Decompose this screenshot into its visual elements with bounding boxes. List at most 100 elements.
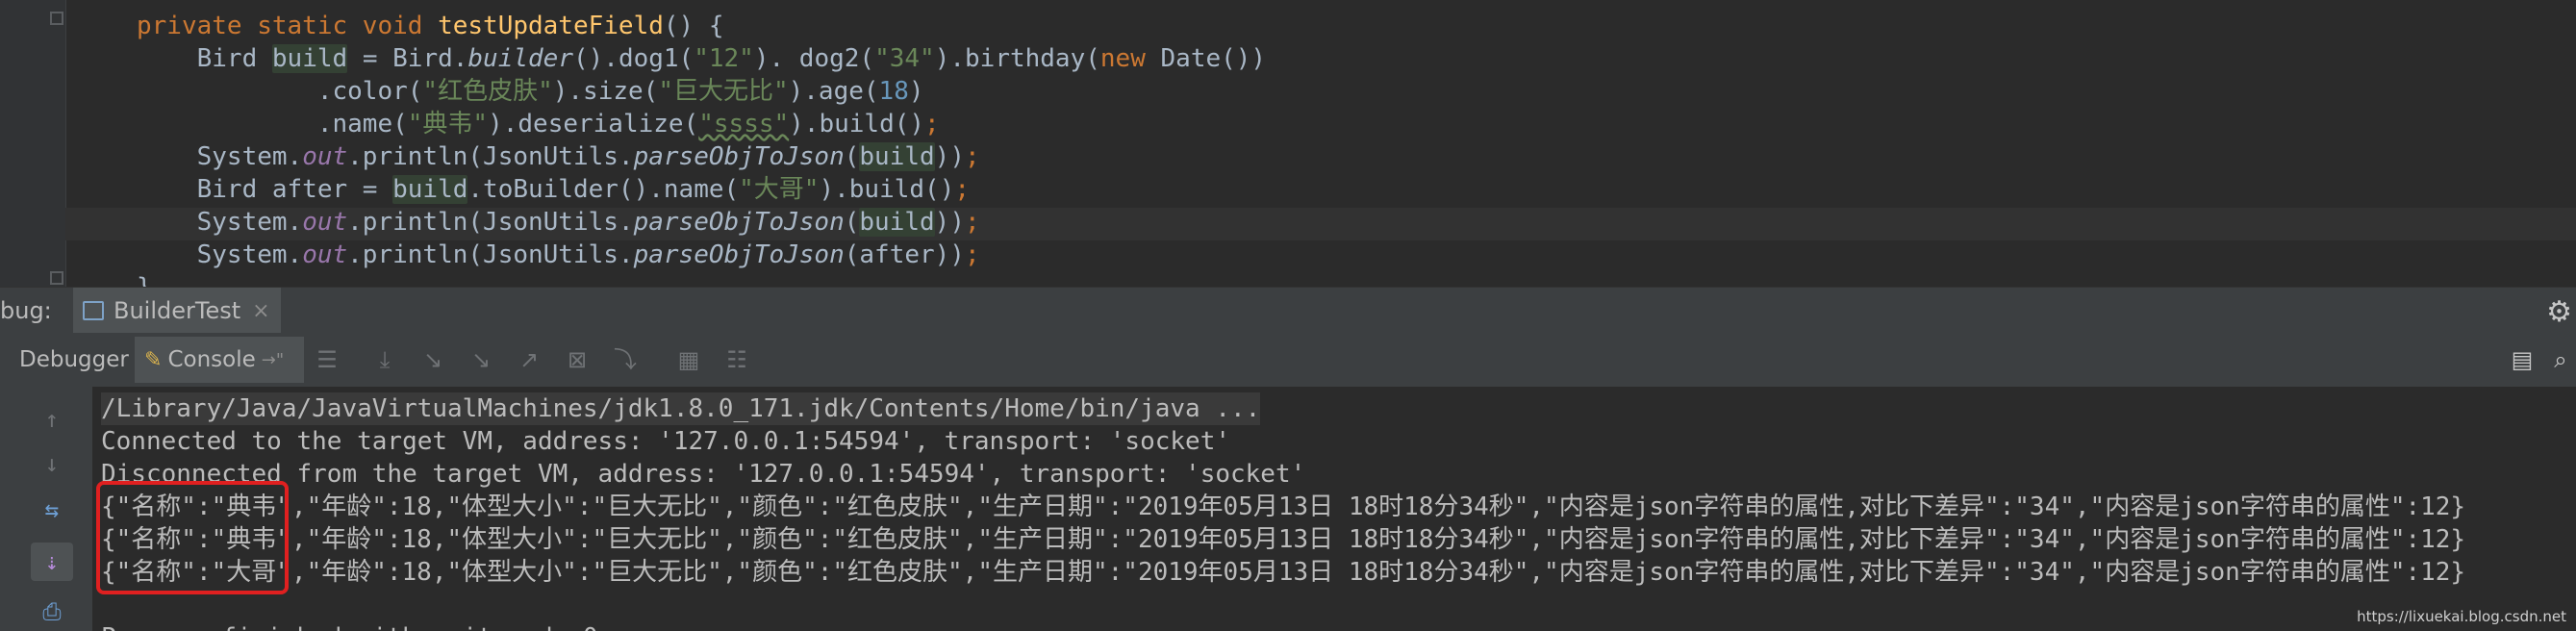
scroll-up-icon[interactable]: ↑ — [31, 400, 73, 439]
soft-wrap-icon[interactable]: ⇆ — [31, 491, 73, 529]
code-line: Bird after = build.toBuilder().name("大哥"… — [137, 173, 970, 206]
code-token: build — [271, 44, 348, 73]
trace-icon[interactable]: ☷ — [723, 346, 750, 373]
console-line-command: /Library/Java/JavaVirtualMachines/jdk1.8… — [101, 392, 1261, 425]
code-editor[interactable]: private static void testUpdateField() { … — [0, 0, 2576, 287]
code-token: System. — [137, 208, 303, 237]
code-token: "ssss" — [698, 110, 790, 139]
code-token: testUpdateField — [438, 12, 664, 40]
code-token: ().dog1( — [572, 44, 695, 73]
show-execution-point-icon[interactable]: ☰ — [314, 346, 341, 373]
console-icon: ✎ — [144, 347, 163, 372]
code-token: (after)) — [844, 240, 965, 269]
code-line: .color("红色皮肤").size("巨大无比").age(18) — [137, 75, 924, 108]
code-token: ).build() — [789, 110, 925, 139]
code-token: ).age( — [788, 77, 879, 106]
code-token: private static void — [137, 12, 439, 40]
code-token: "典韦" — [407, 110, 489, 139]
debug-panel-title: bug: — [0, 297, 52, 324]
code-token: )) — [934, 208, 965, 237]
evaluate-expression-icon[interactable]: ▦ — [675, 346, 702, 373]
layout-settings-icon[interactable]: ▤ — [2509, 346, 2536, 373]
close-tab-icon[interactable]: × — [252, 299, 269, 323]
code-token: () { — [663, 12, 724, 40]
code-token: Date()) — [1160, 44, 1267, 73]
code-token: out — [302, 142, 348, 171]
code-token: } — [137, 273, 152, 287]
console-tab-label: Console — [167, 347, 256, 372]
code-token: .println(JsonUtils. — [347, 142, 634, 171]
code-token: "巨大无比" — [658, 77, 789, 106]
code-token: builder — [467, 44, 573, 73]
drop-frame-icon[interactable]: ⊠ — [564, 346, 591, 373]
debug-panel-header: bug: BuilderTest × ⚙ — [0, 287, 2576, 335]
scroll-down-icon[interactable]: ↓ — [31, 444, 73, 483]
code-line: System.out.println(JsonUtils.parseObjToJ… — [137, 206, 980, 239]
tab-console[interactable]: ✎ Console →" — [135, 337, 304, 383]
run-to-cursor-icon[interactable]: ⤵ — [612, 346, 639, 373]
editor-gutter — [0, 0, 66, 287]
code-token: "红色皮肤" — [422, 77, 553, 106]
code-token: build — [392, 175, 468, 204]
run-config-icon — [83, 301, 104, 320]
console-line: Connected to the target VM, address: '12… — [101, 427, 1230, 456]
console-output[interactable]: /Library/Java/JavaVirtualMachines/jdk1.8… — [93, 387, 2576, 631]
code-token: parseObjToJson — [633, 142, 845, 171]
code-token: ). dog2( — [753, 44, 875, 73]
tab-debugger[interactable]: Debugger — [19, 333, 129, 387]
code-line: System.out.println(JsonUtils.parseObjToJ… — [137, 140, 980, 173]
restore-layout-icon[interactable]: →" — [262, 350, 284, 370]
code-token: = Bird. — [347, 44, 468, 73]
code-token: "大哥" — [739, 175, 820, 204]
step-over-icon[interactable]: ⤓ — [371, 346, 398, 373]
code-token: ; — [964, 142, 980, 171]
search-icon[interactable]: ⌕ — [2547, 346, 2574, 373]
code-token: System. — [137, 240, 303, 269]
force-step-into-icon[interactable]: ↘ — [467, 346, 494, 373]
code-token: .toBuilder().name( — [467, 175, 740, 204]
code-token: parseObjToJson — [633, 208, 845, 237]
highlight-annotation-box — [96, 481, 289, 594]
code-token: ; — [964, 240, 980, 269]
code-token: ).deserialize( — [488, 110, 699, 139]
code-token: build — [859, 142, 935, 171]
code-token: ; — [924, 110, 940, 139]
fold-marker-icon[interactable] — [50, 271, 63, 285]
debug-toolbar: Debugger ✎ Console →" ☰ ⤓ ↘ ↘ ↗ ⊠ ⤵ ▦ ☷ … — [0, 333, 2576, 388]
gear-icon[interactable]: ⚙ — [2546, 295, 2572, 329]
fold-marker-icon[interactable] — [50, 12, 63, 25]
code-token: .name( — [137, 110, 408, 139]
code-token: out — [302, 208, 348, 237]
code-token: new — [1099, 44, 1161, 73]
step-into-icon[interactable]: ↘ — [419, 346, 446, 373]
print-icon[interactable]: ⎙ — [31, 593, 73, 631]
code-token: Bird after = — [137, 175, 393, 204]
code-line: } — [137, 271, 152, 287]
code-token: "12" — [694, 44, 754, 73]
code-token: ).birthday( — [934, 44, 1100, 73]
code-line: System.out.println(JsonUtils.parseObjToJ… — [137, 239, 980, 271]
code-token: )) — [934, 142, 965, 171]
code-token: ; — [964, 208, 980, 237]
code-token: out — [302, 240, 348, 269]
side-strip — [0, 387, 15, 631]
code-token: ( — [844, 142, 860, 171]
console-line-exit: Process finished with exit code 0 — [101, 621, 598, 631]
console-json-line: {"名称":"典韦","年龄":18,"体型大小":"巨大无比","颜色":"红… — [101, 525, 2466, 554]
step-out-icon[interactable]: ↗ — [516, 346, 543, 373]
code-token: ( — [844, 208, 860, 237]
console-json-line: {"名称":"大哥","年龄":18,"体型大小":"巨大无比","颜色":"红… — [101, 558, 2466, 587]
console-json-line: {"名称":"典韦","年龄":18,"体型大小":"巨大无比","颜色":"红… — [101, 492, 2466, 521]
tab-label: BuilderTest — [114, 297, 241, 324]
code-token: 18 — [878, 77, 909, 106]
code-token: System. — [137, 142, 303, 171]
code-token: parseObjToJson — [633, 240, 845, 269]
code-token: ).build() — [819, 175, 955, 204]
watermark: https://lixuekai.blog.csdn.net — [2357, 608, 2566, 625]
tab-buildertest[interactable]: BuilderTest × — [73, 288, 281, 334]
code-token: .println(JsonUtils. — [347, 208, 634, 237]
code-line: .name("典韦").deserialize("ssss").build(); — [137, 108, 940, 140]
code-token: Bird — [137, 44, 272, 73]
code-token: build — [859, 208, 935, 237]
scroll-to-end-icon[interactable]: ⇣ — [31, 543, 73, 581]
